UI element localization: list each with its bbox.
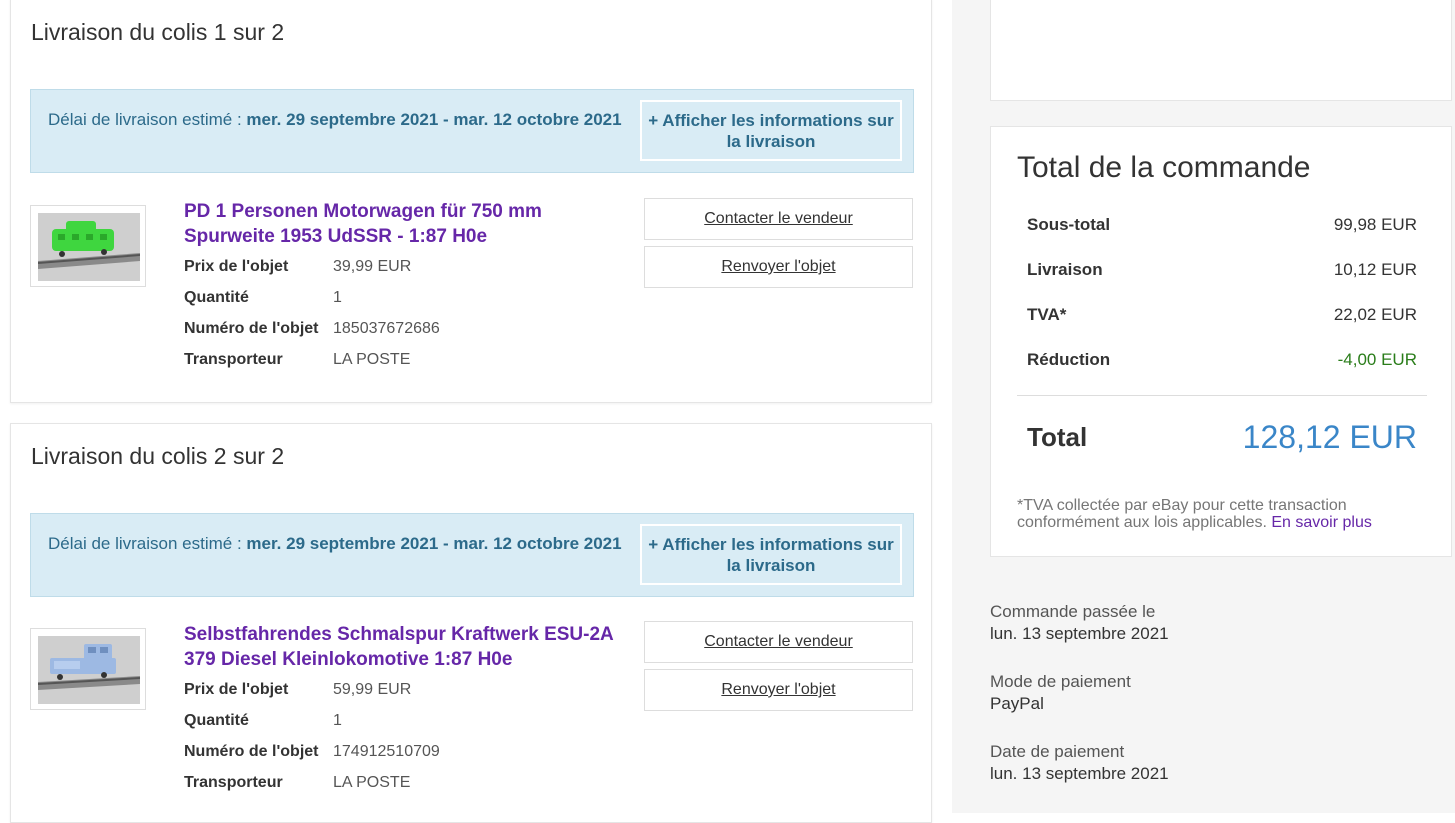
contact-seller-button[interactable]: Contacter le vendeur	[644, 198, 913, 240]
carrier-label: Transporteur	[184, 774, 283, 791]
price-value: 59,99 EUR	[333, 681, 412, 698]
delivery-estimate-label: Délai de livraison estimé :	[48, 110, 247, 129]
shipments-column: Livraison du colis 1 sur 2 Délai de livr…	[0, 0, 952, 823]
learn-more-link[interactable]: En savoir plus	[1271, 514, 1372, 531]
shipping-value: 10,12 EUR	[1333, 260, 1417, 279]
payment-method-block: Mode de paiement PayPal	[990, 671, 1131, 715]
carrier-value: LA POSTE	[333, 774, 411, 791]
order-sidebar: Total de la commande Sous-total 99,98 EU…	[952, 0, 1455, 813]
item-details: Prix de l'objet 59,99 EUR Quantité 1 Num…	[184, 681, 624, 805]
blue-locomotive-image	[38, 636, 140, 704]
item-number-label: Numéro de l'objet	[184, 320, 319, 337]
payment-date-value: lun. 13 septembre 2021	[990, 764, 1169, 783]
package-title: Livraison du colis 2 sur 2	[31, 443, 285, 469]
vat-label: TVA*	[1027, 305, 1067, 324]
payment-date-label: Date de paiement	[990, 742, 1125, 761]
order-total-card: Total de la commande Sous-total 99,98 EU…	[990, 126, 1452, 557]
contact-seller-button[interactable]: Contacter le vendeur	[644, 621, 913, 663]
delivery-estimate-text: Délai de livraison estimé : mer. 29 sept…	[48, 533, 623, 555]
order-placed-date: lun. 13 septembre 2021	[990, 624, 1169, 643]
payment-method-label: Mode de paiement	[990, 672, 1131, 691]
price-row: Prix de l'objet 59,99 EUR	[184, 681, 624, 712]
quantity-value: 1	[333, 289, 342, 306]
item-number-label: Numéro de l'objet	[184, 743, 319, 760]
payment-method-value: PayPal	[990, 694, 1044, 713]
item-number-row: Numéro de l'objet 174912510709	[184, 743, 624, 774]
carrier-value: LA POSTE	[333, 351, 411, 368]
order-placed-label: Commande passée le	[990, 602, 1156, 621]
quantity-label: Quantité	[184, 289, 249, 306]
item-title-link[interactable]: PD 1 Personen Motorwagen für 750 mm Spur…	[184, 199, 624, 249]
return-item-button[interactable]: Renvoyer l'objet	[644, 246, 913, 288]
price-value: 39,99 EUR	[333, 258, 412, 275]
item-title-link[interactable]: Selbstfahrendes Schmalspur Kraftwerk ESU…	[184, 622, 624, 672]
carrier-label: Transporteur	[184, 351, 283, 368]
package-card-1: Livraison du colis 1 sur 2 Délai de livr…	[10, 0, 932, 403]
delivery-estimate-dates: mer. 29 septembre 2021 - mar. 12 octobre…	[246, 534, 622, 553]
carrier-row: Transporteur LA POSTE	[184, 774, 624, 805]
package-card-2: Livraison du colis 2 sur 2 Délai de livr…	[10, 423, 932, 823]
price-row: Prix de l'objet 39,99 EUR	[184, 258, 624, 289]
package-title: Livraison du colis 1 sur 2	[31, 19, 285, 45]
item-number-row: Numéro de l'objet 185037672686	[184, 320, 624, 351]
sidebar-top-card	[990, 0, 1452, 101]
subtotal-label: Sous-total	[1027, 215, 1111, 234]
item-details: Prix de l'objet 39,99 EUR Quantité 1 Num…	[184, 258, 624, 382]
discount-value: -4,00 EUR	[1337, 350, 1417, 369]
summary-divider	[1017, 395, 1427, 396]
quantity-label: Quantité	[184, 712, 249, 729]
subtotal-value: 99,98 EUR	[1333, 215, 1417, 234]
item-number-value: 185037672686	[333, 320, 440, 337]
delivery-estimate-banner: Délai de livraison estimé : mer. 29 sept…	[30, 89, 914, 173]
quantity-row: Quantité 1	[184, 712, 624, 743]
shipping-label: Livraison	[1027, 260, 1103, 279]
payment-date-block: Date de paiement lun. 13 septembre 2021	[990, 741, 1169, 785]
price-label: Prix de l'objet	[184, 258, 289, 275]
green-railcar-image	[38, 213, 140, 281]
item-number-value: 174912510709	[333, 743, 440, 760]
delivery-estimate-dates: mer. 29 septembre 2021 - mar. 12 octobre…	[246, 110, 622, 129]
total-label: Total	[1027, 422, 1088, 452]
carrier-row: Transporteur LA POSTE	[184, 351, 624, 382]
total-value: 128,12 EUR	[1242, 419, 1417, 455]
item-thumbnail[interactable]	[30, 205, 146, 287]
return-item-button[interactable]: Renvoyer l'objet	[644, 669, 913, 711]
delivery-estimate-banner: Délai de livraison estimé : mer. 29 sept…	[30, 513, 914, 597]
vat-value: 22,02 EUR	[1333, 305, 1417, 324]
item-thumbnail[interactable]	[30, 628, 146, 710]
vat-note: *TVA collectée par eBay pour cette trans…	[1017, 497, 1427, 531]
show-delivery-info-button[interactable]: + Afficher les informations sur la livra…	[640, 524, 902, 585]
show-delivery-info-button[interactable]: + Afficher les informations sur la livra…	[640, 100, 902, 161]
delivery-estimate-label: Délai de livraison estimé :	[48, 534, 247, 553]
delivery-estimate-text: Délai de livraison estimé : mer. 29 sept…	[48, 109, 623, 131]
quantity-row: Quantité 1	[184, 289, 624, 320]
price-label: Prix de l'objet	[184, 681, 289, 698]
order-placed-block: Commande passée le lun. 13 septembre 202…	[990, 601, 1169, 645]
discount-label: Réduction	[1027, 350, 1111, 369]
order-total-title: Total de la commande	[1017, 151, 1311, 184]
quantity-value: 1	[333, 712, 342, 729]
